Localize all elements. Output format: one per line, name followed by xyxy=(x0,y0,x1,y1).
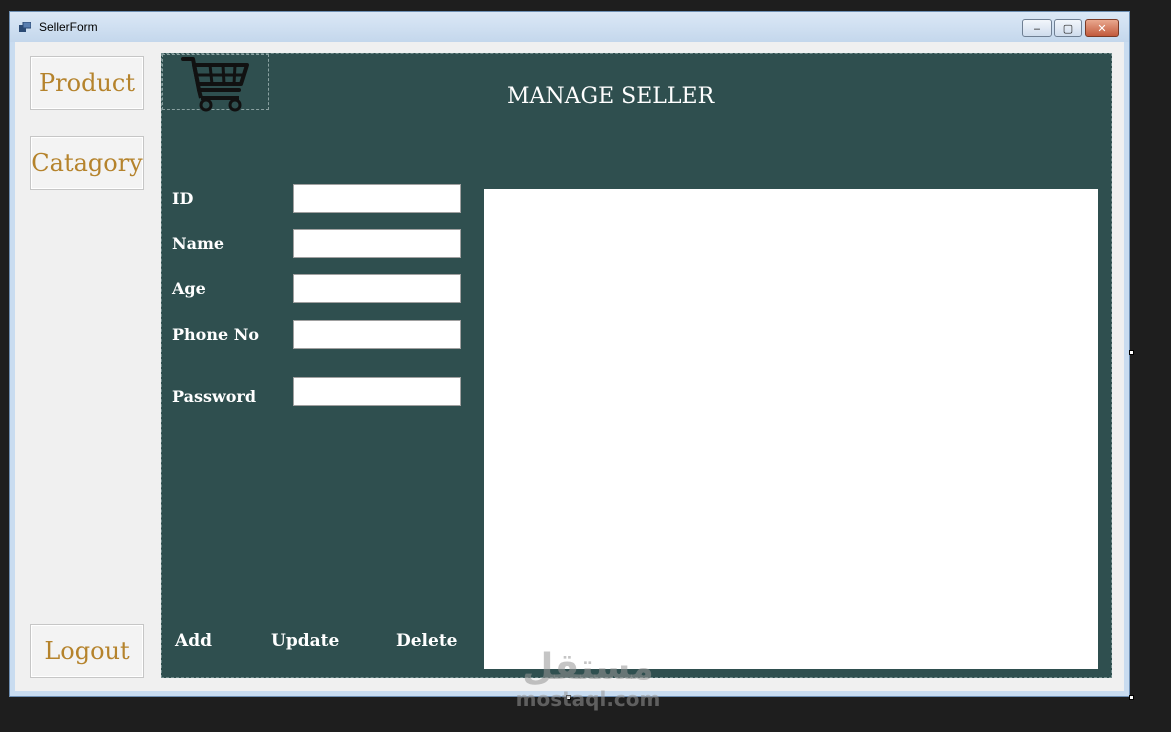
product-button[interactable]: Product xyxy=(30,56,144,110)
age-label: Age xyxy=(172,279,206,298)
delete-button[interactable]: Delete xyxy=(396,631,458,651)
title-bar[interactable]: SellerForm ‒ ▢ ✕ xyxy=(10,12,1129,42)
resize-handle-corner[interactable] xyxy=(1129,695,1134,700)
phone-label: Phone No xyxy=(172,325,260,344)
desktop-background: SellerForm ‒ ▢ ✕ Product Catagory Logout xyxy=(0,0,1171,732)
maximize-button[interactable]: ▢ xyxy=(1054,19,1082,37)
update-button[interactable]: Update xyxy=(271,631,339,651)
watermark-latin: mostaql.com xyxy=(515,687,661,711)
category-button[interactable]: Catagory xyxy=(30,136,144,190)
phone-field[interactable] xyxy=(293,320,461,349)
logout-button[interactable]: Logout xyxy=(30,624,144,678)
watermark-arabic: مستقل xyxy=(522,647,654,688)
add-button[interactable]: Add xyxy=(175,631,212,651)
manage-seller-panel: MANAGE SELLER ID Name Age Phone No Passw… xyxy=(161,53,1112,678)
form-client-area: Product Catagory Logout MANAGE SELLER ID… xyxy=(15,42,1124,691)
seller-form-window: SellerForm ‒ ▢ ✕ Product Catagory Logout xyxy=(9,11,1130,697)
age-field[interactable] xyxy=(293,274,461,303)
close-button[interactable]: ✕ xyxy=(1085,19,1119,37)
app-window-icon xyxy=(19,22,31,32)
page-title: MANAGE SELLER xyxy=(507,84,715,109)
id-label: ID xyxy=(172,189,194,208)
resize-handle-right[interactable] xyxy=(1129,350,1134,355)
watermark-logo: مستقل mostaql.com xyxy=(513,647,663,711)
cart-picture-box xyxy=(162,54,269,112)
minimize-button[interactable]: ‒ xyxy=(1022,19,1052,37)
password-field[interactable] xyxy=(293,377,461,406)
password-label: Password xyxy=(172,387,257,406)
window-title: SellerForm xyxy=(39,20,98,34)
sellers-data-grid[interactable] xyxy=(484,189,1098,669)
name-field[interactable] xyxy=(293,229,461,258)
shopping-cart-icon xyxy=(181,57,249,112)
id-field[interactable] xyxy=(293,184,461,213)
name-label: Name xyxy=(172,234,225,253)
